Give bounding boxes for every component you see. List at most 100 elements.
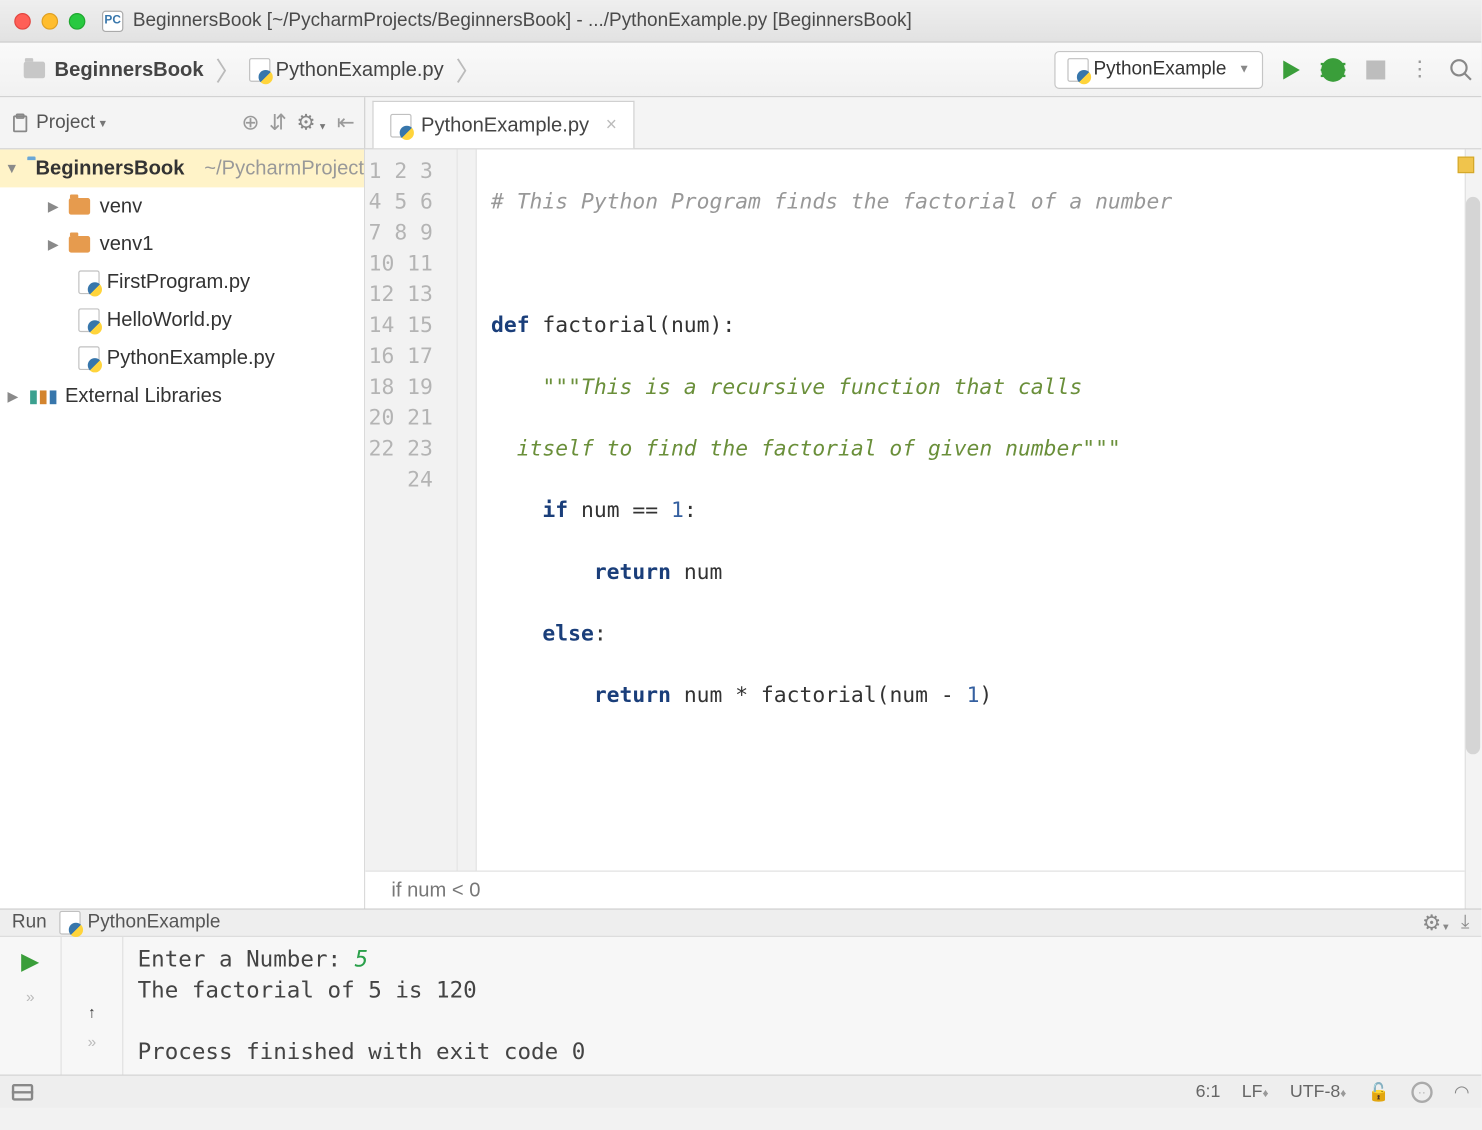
expand-button[interactable]: » xyxy=(26,988,35,1006)
code-text: : xyxy=(594,621,607,646)
code-text: if xyxy=(542,498,568,523)
minimize-window-button[interactable] xyxy=(42,12,59,29)
breadcrumb-root[interactable]: BeginnersBook xyxy=(19,58,208,82)
python-file-icon xyxy=(78,346,99,370)
window-title: BeginnersBook [~/PycharmProjects/Beginne… xyxy=(133,10,912,31)
run-action-gutter-2: ↑ » xyxy=(62,937,124,1075)
zoom-window-button[interactable] xyxy=(69,12,86,29)
project-tree[interactable]: ▼ BeginnersBook ~/PycharmProjects/Beginn… xyxy=(0,149,365,908)
code-text: factorial(num): xyxy=(530,313,736,338)
run-actions: ⋮ xyxy=(1277,56,1474,82)
project-view-label: Project xyxy=(36,112,95,133)
search-everywhere-button[interactable] xyxy=(1448,56,1474,82)
tree-file-row[interactable]: HelloWorld.py xyxy=(0,301,364,339)
run-tool-title: Run xyxy=(12,912,47,933)
code-text: num == xyxy=(568,498,671,523)
editor-tab[interactable]: PythonExample.py × xyxy=(372,101,634,148)
chevron-down-icon: ▼ xyxy=(98,117,109,129)
breadcrumb-sep-icon: 〉 xyxy=(215,50,241,88)
python-file-icon xyxy=(1067,58,1088,82)
settings-button[interactable]: ⚙▼ xyxy=(296,110,327,135)
breadcrumb-root-label: BeginnersBook xyxy=(55,58,204,82)
libraries-icon: ▮▮▮ xyxy=(28,385,57,406)
download-button[interactable]: ⤓ xyxy=(1461,912,1469,933)
collapse-all-button[interactable]: ⇵ xyxy=(269,110,287,135)
expand-icon[interactable]: ▼ xyxy=(5,160,19,177)
code-text: 1 xyxy=(967,683,980,708)
scroll-from-source-button[interactable]: ⊕ xyxy=(242,110,260,135)
python-file-icon xyxy=(390,113,411,137)
tool-windows-button[interactable] xyxy=(12,1083,33,1100)
expand-icon[interactable]: ▶ xyxy=(45,198,62,215)
stop-icon xyxy=(1366,60,1385,79)
run-config-label: PythonExample xyxy=(1094,59,1227,80)
hector-icon[interactable]: ·· xyxy=(1411,1081,1432,1102)
output-text: Process finished with exit code 0 xyxy=(138,1039,586,1065)
clipboard-icon xyxy=(9,112,30,133)
chevron-down-icon: ▼ xyxy=(318,121,327,132)
output-text: The factorial of 5 is 120 xyxy=(138,977,477,1003)
code-text: def xyxy=(491,313,530,338)
project-view-selector[interactable]: Project▼ xyxy=(9,112,108,133)
tree-file-row[interactable]: FirstProgram.py xyxy=(0,263,364,301)
code-text: : xyxy=(684,498,697,523)
run-tool-config: PythonExample xyxy=(88,912,221,933)
expand-icon[interactable]: ▶ xyxy=(5,388,22,405)
folder-icon xyxy=(69,198,90,215)
tree-dir-row[interactable]: ▶ venv1 xyxy=(0,225,364,263)
fold-gutter[interactable] xyxy=(458,149,477,870)
close-tab-button[interactable]: × xyxy=(606,114,617,135)
tool-row: Project▼ ⊕ ⇵ ⚙▼ ⇤ PythonExample.py × xyxy=(0,97,1481,149)
stop-button[interactable] xyxy=(1363,56,1389,82)
code-text: ) xyxy=(979,683,992,708)
tree-file-row[interactable]: PythonExample.py xyxy=(0,339,364,377)
tree-dir-row[interactable]: ▶ venv xyxy=(0,187,364,225)
expand-button[interactable]: » xyxy=(88,1033,97,1051)
code-text: return xyxy=(594,560,671,585)
run-config-selector[interactable]: PythonExample ▼ xyxy=(1054,50,1263,88)
code-text: return xyxy=(594,683,671,708)
tree-libs-row[interactable]: ▶ ▮▮▮ External Libraries xyxy=(0,377,364,415)
memory-indicator[interactable]: ◠ xyxy=(1454,1081,1470,1102)
editor-context-breadcrumb[interactable]: if num < 0 xyxy=(365,871,1481,909)
line-number-gutter[interactable]: 1 2 3 4 5 6 7 8 9 10 11 12 13 14 15 16 1… xyxy=(365,149,458,870)
hide-button[interactable]: ⇤ xyxy=(337,110,355,135)
readonly-toggle[interactable]: 🔓 xyxy=(1368,1081,1390,1102)
code-text: # We will find the factorial of this num… xyxy=(491,868,1044,870)
cursor-position[interactable]: 6:1 xyxy=(1196,1082,1221,1102)
tree-libs-label: External Libraries xyxy=(65,384,222,408)
debug-button[interactable] xyxy=(1320,56,1346,82)
code-text: # This Python Program finds the factoria… xyxy=(491,190,1172,215)
close-window-button[interactable] xyxy=(14,12,31,29)
more-actions-button[interactable]: ⋮ xyxy=(1405,56,1431,82)
expand-icon[interactable]: ▶ xyxy=(45,236,62,253)
editor-tabs: PythonExample.py × xyxy=(365,97,1481,148)
scroll-up-button[interactable]: ↑ xyxy=(88,1003,96,1021)
rerun-button[interactable]: ▶ xyxy=(21,946,39,976)
bug-icon xyxy=(1321,58,1345,82)
line-separator[interactable]: LF♦ xyxy=(1242,1082,1269,1102)
output-input-text: 5 xyxy=(355,946,369,972)
editor-tab-label: PythonExample.py xyxy=(421,113,589,137)
file-encoding[interactable]: UTF-8♦ xyxy=(1290,1082,1346,1102)
run-action-gutter: ▶ » xyxy=(0,937,62,1075)
code-area[interactable]: # This Python Program finds the factoria… xyxy=(477,149,1482,870)
tree-item-label: PythonExample.py xyxy=(107,346,275,370)
window-titlebar: PC BeginnersBook [~/PycharmProjects/Begi… xyxy=(0,0,1481,43)
run-output[interactable]: Enter a Number: 5 The factorial of 5 is … xyxy=(123,937,1481,1075)
run-button[interactable] xyxy=(1277,56,1303,82)
breadcrumb-file-label: PythonExample.py xyxy=(276,58,444,82)
tree-root-row[interactable]: ▼ BeginnersBook ~/PycharmProjects/Beginn… xyxy=(0,149,364,187)
code-editor[interactable]: 1 2 3 4 5 6 7 8 9 10 11 12 13 14 15 16 1… xyxy=(365,149,1481,908)
python-file-icon xyxy=(59,911,80,935)
python-file-icon xyxy=(249,58,270,82)
tree-root-label: BeginnersBook xyxy=(35,157,184,181)
folder-icon xyxy=(24,61,45,78)
code-text: 1 xyxy=(671,498,684,523)
output-text: Enter a Number: xyxy=(138,946,355,972)
project-tool-header: Project▼ ⊕ ⇵ ⚙▼ ⇤ xyxy=(0,97,365,148)
folder-icon xyxy=(69,236,90,253)
run-settings-button[interactable]: ⚙▼ xyxy=(1422,910,1451,935)
tree-item-label: FirstProgram.py xyxy=(107,270,250,294)
breadcrumb-file[interactable]: PythonExample.py xyxy=(244,58,449,82)
